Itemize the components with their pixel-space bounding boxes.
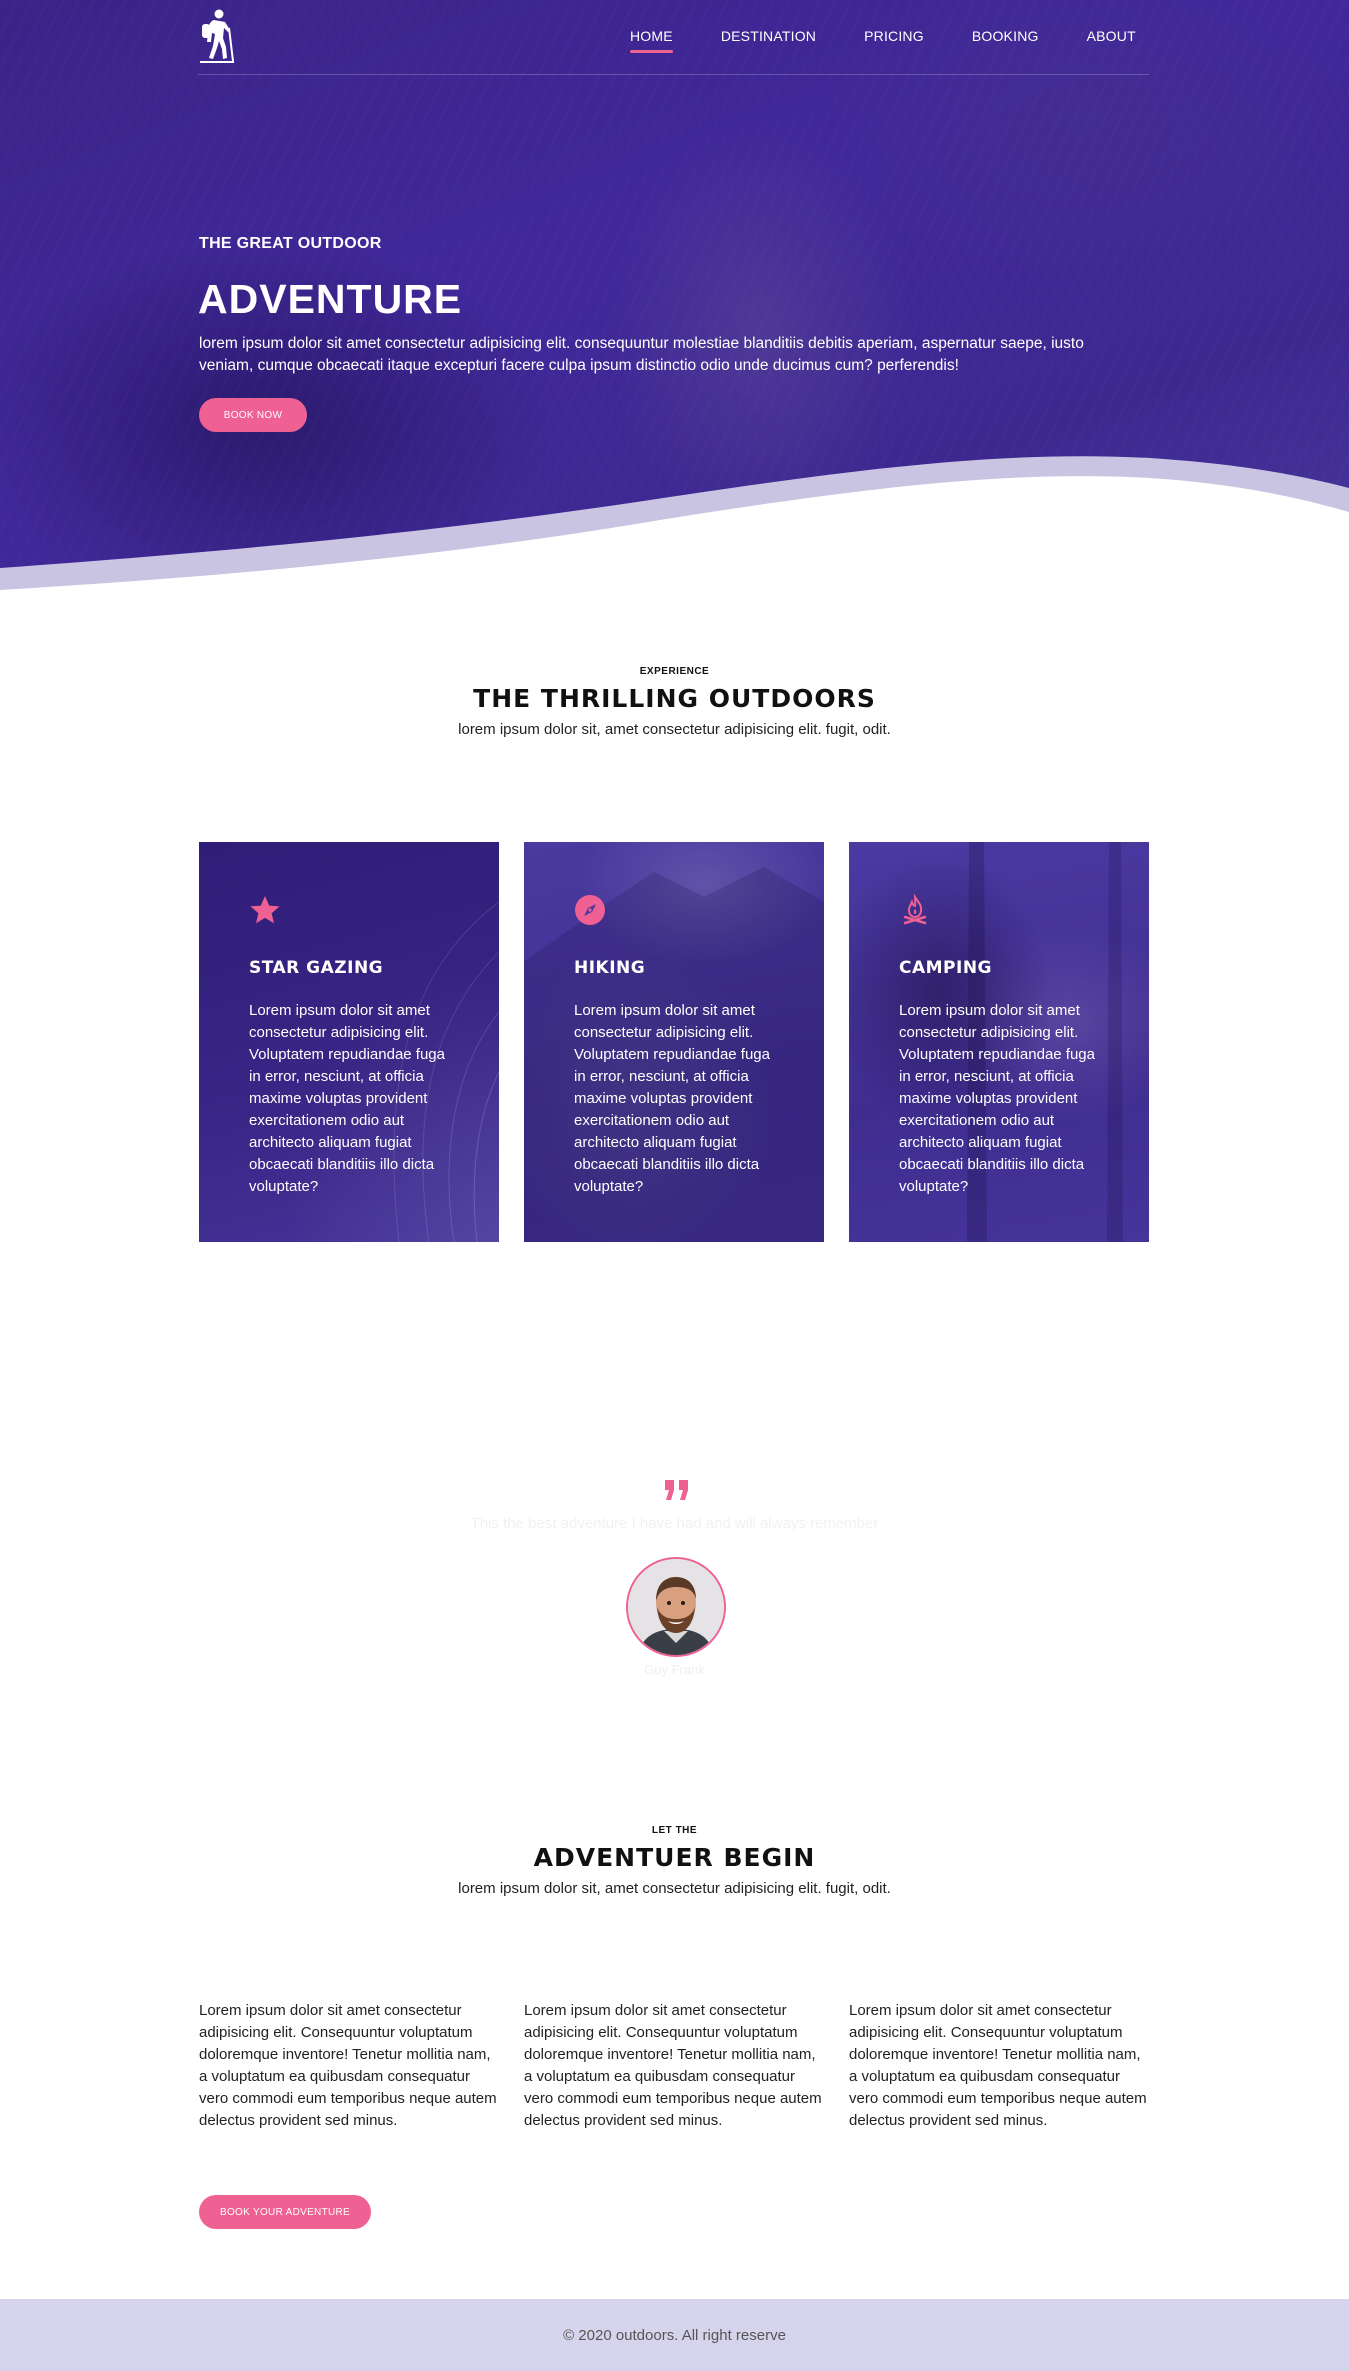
experience-eyebrow: EXPERIENCE (639, 666, 710, 677)
card-title: HIKING (574, 958, 646, 978)
card-text: Lorem ipsum dolor sit amet consectetur a… (574, 1002, 770, 1195)
footer-copyright: © 2020 outdoors. All right reserve (563, 2326, 786, 2344)
hero-title: ADVENTURE (198, 276, 463, 322)
card-title: STAR GAZING (249, 958, 384, 978)
card-camping[interactable]: CAMPING Lorem ipsum dolor sit amet conse… (849, 842, 1149, 1242)
footer: © 2020 outdoors. All right reserve (0, 2299, 1349, 2371)
experience-title: THE THRILLING OUTDOORS (473, 684, 876, 713)
hero-wave-divider (0, 456, 1349, 660)
card-star-gazing[interactable]: STAR GAZING Lorem ipsum dolor sit amet c… (199, 842, 499, 1242)
testimonial-quote: This the best adventure I have had and w… (470, 1515, 879, 1532)
hero-description: lorem ipsum dolor sit amet consectetur a… (199, 335, 1084, 374)
person-photo (628, 1559, 724, 1655)
quote-icon (665, 1480, 688, 1500)
begin-column-3: Lorem ipsum dolor sit amet consectetur a… (849, 2002, 1147, 2129)
hero-subtitle: THE GREAT OUTDOOR (199, 235, 382, 252)
card-text: Lorem ipsum dolor sit amet consectetur a… (249, 1002, 445, 1195)
main-nav: HOME DESTINATION PRICING BOOKING ABOUT (630, 28, 1184, 53)
experience-subtitle: lorem ipsum dolor sit, amet consectetur … (458, 721, 891, 738)
begin-eyebrow: LET THE (651, 1825, 698, 1836)
testimonial-avatar (626, 1557, 726, 1657)
nav-item-pricing[interactable]: PRICING (864, 28, 924, 44)
testimonial-author: Guy Frank (644, 1662, 705, 1677)
campfire-icon (903, 894, 927, 925)
nav-divider (198, 74, 1149, 75)
card-title: CAMPING (899, 958, 993, 978)
book-your-adventure-button[interactable]: BOOK YOUR ADVENTURE (199, 2195, 371, 2229)
hiker-logo-icon[interactable] (198, 8, 236, 64)
nav-item-home[interactable]: HOME (630, 28, 673, 53)
book-now-button[interactable]: BOOK NOW (199, 398, 307, 432)
star-icon (250, 896, 280, 924)
begin-subtitle: lorem ipsum dolor sit, amet consectetur … (458, 1880, 891, 1897)
hero-section: HOME DESTINATION PRICING BOOKING ABOUT T… (0, 0, 1349, 660)
begin-column-1: Lorem ipsum dolor sit amet consectetur a… (199, 2002, 497, 2129)
compass-icon (575, 895, 605, 925)
begin-column-2: Lorem ipsum dolor sit amet consectetur a… (524, 2002, 822, 2129)
card-hiking[interactable]: HIKING Lorem ipsum dolor sit amet consec… (524, 842, 824, 1242)
nav-item-destination[interactable]: DESTINATION (721, 28, 816, 44)
card-text: Lorem ipsum dolor sit amet consectetur a… (899, 1002, 1095, 1195)
nav-item-booking[interactable]: BOOKING (972, 28, 1039, 44)
begin-title: ADVENTUER BEGIN (533, 1843, 816, 1872)
nav-item-about[interactable]: ABOUT (1087, 28, 1136, 44)
